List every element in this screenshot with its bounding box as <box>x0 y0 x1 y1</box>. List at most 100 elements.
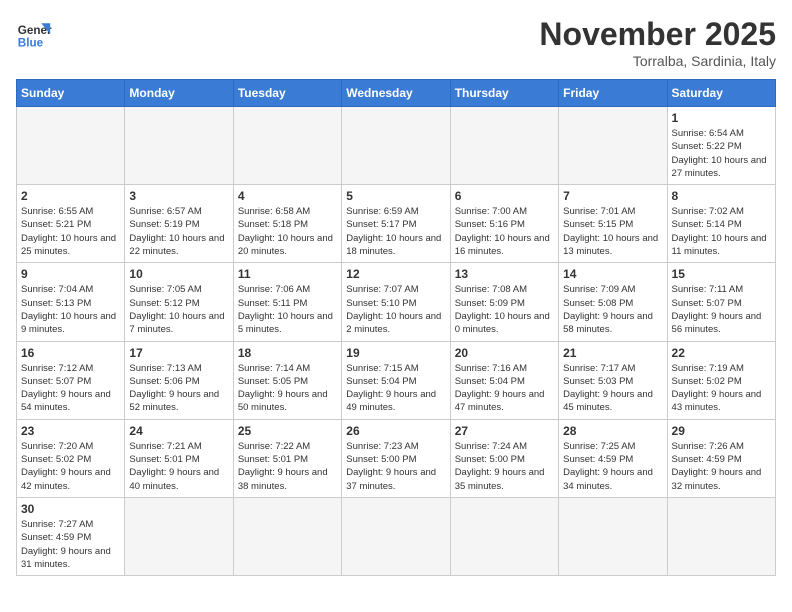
day-number: 27 <box>455 424 554 438</box>
calendar-cell: 1 Sunrise: 6:54 AM Sunset: 5:22 PM Daylig… <box>667 107 775 185</box>
day-number: 1 <box>672 111 771 125</box>
calendar-cell: 26 Sunrise: 7:23 AM Sunset: 5:00 PM Dayli… <box>342 419 450 497</box>
calendar-week-row: 16Sunrise: 7:12 AM Sunset: 5:07 PM Dayli… <box>17 341 776 419</box>
day-number: 5 <box>346 189 445 203</box>
day-number: 19 <box>346 346 445 360</box>
calendar-cell: 3 Sunrise: 6:57 AM Sunset: 5:19 PM Daylig… <box>125 185 233 263</box>
calendar-cell: 14 Sunrise: 7:09 AM Sunset: 5:08 PM Dayli… <box>559 263 667 341</box>
day-number: 25 <box>238 424 337 438</box>
title-block: November 2025 Torralba, Sardinia, Italy <box>539 16 776 69</box>
day-info: Sunrise: 7:22 AM Sunset: 5:01 PM Dayligh… <box>238 440 337 493</box>
day-number: 26 <box>346 424 445 438</box>
weekday-header-tuesday: Tuesday <box>233 80 341 107</box>
day-info: Sunrise: 7:04 AM Sunset: 5:13 PM Dayligh… <box>21 283 120 336</box>
day-info: Sunrise: 6:59 AM Sunset: 5:17 PM Dayligh… <box>346 205 445 258</box>
weekday-header-sunday: Sunday <box>17 80 125 107</box>
day-number: 14 <box>563 267 662 281</box>
calendar-table: SundayMondayTuesdayWednesdayThursdayFrid… <box>16 79 776 576</box>
calendar-cell: 11 Sunrise: 7:06 AM Sunset: 5:11 PM Dayli… <box>233 263 341 341</box>
day-number: 2 <box>21 189 120 203</box>
day-number: 8 <box>672 189 771 203</box>
day-info: Sunrise: 7:19 AM Sunset: 5:02 PM Dayligh… <box>672 362 771 415</box>
svg-text:Blue: Blue <box>18 37 44 50</box>
day-number: 11 <box>238 267 337 281</box>
weekday-header-saturday: Saturday <box>667 80 775 107</box>
day-info: Sunrise: 7:05 AM Sunset: 5:12 PM Dayligh… <box>129 283 228 336</box>
calendar-cell <box>667 497 775 575</box>
calendar-week-row: 30Sunrise: 7:27 AM Sunset: 4:59 PM Dayli… <box>17 497 776 575</box>
day-number: 28 <box>563 424 662 438</box>
location-subtitle: Torralba, Sardinia, Italy <box>539 53 776 69</box>
day-info: Sunrise: 7:26 AM Sunset: 4:59 PM Dayligh… <box>672 440 771 493</box>
calendar-cell: 21Sunrise: 7:17 AM Sunset: 5:03 PM Dayli… <box>559 341 667 419</box>
page-header: General Blue November 2025 Torralba, Sar… <box>16 16 776 69</box>
day-info: Sunrise: 7:11 AM Sunset: 5:07 PM Dayligh… <box>672 283 771 336</box>
day-number: 7 <box>563 189 662 203</box>
day-number: 21 <box>563 346 662 360</box>
calendar-cell: 12Sunrise: 7:07 AM Sunset: 5:10 PM Dayli… <box>342 263 450 341</box>
calendar-cell: 2 Sunrise: 6:55 AM Sunset: 5:21 PM Daylig… <box>17 185 125 263</box>
calendar-cell: 9 Sunrise: 7:04 AM Sunset: 5:13 PM Daylig… <box>17 263 125 341</box>
calendar-cell <box>233 497 341 575</box>
calendar-cell: 20Sunrise: 7:16 AM Sunset: 5:04 PM Dayli… <box>450 341 558 419</box>
day-number: 15 <box>672 267 771 281</box>
day-number: 18 <box>238 346 337 360</box>
day-number: 10 <box>129 267 228 281</box>
day-info: Sunrise: 7:23 AM Sunset: 5:00 PM Dayligh… <box>346 440 445 493</box>
day-info: Sunrise: 7:09 AM Sunset: 5:08 PM Dayligh… <box>563 283 662 336</box>
calendar-cell: 28 Sunrise: 7:25 AM Sunset: 4:59 PM Dayli… <box>559 419 667 497</box>
day-info: Sunrise: 7:15 AM Sunset: 5:04 PM Dayligh… <box>346 362 445 415</box>
logo: General Blue <box>16 16 52 52</box>
day-info: Sunrise: 6:55 AM Sunset: 5:21 PM Dayligh… <box>21 205 120 258</box>
day-info: Sunrise: 6:57 AM Sunset: 5:19 PM Dayligh… <box>129 205 228 258</box>
day-number: 4 <box>238 189 337 203</box>
calendar-cell: 29 Sunrise: 7:26 AM Sunset: 4:59 PM Dayli… <box>667 419 775 497</box>
day-info: Sunrise: 7:01 AM Sunset: 5:15 PM Dayligh… <box>563 205 662 258</box>
calendar-cell: 18 Sunrise: 7:14 AM Sunset: 5:05 PM Dayli… <box>233 341 341 419</box>
day-number: 29 <box>672 424 771 438</box>
day-number: 16 <box>21 346 120 360</box>
day-info: Sunrise: 7:08 AM Sunset: 5:09 PM Dayligh… <box>455 283 554 336</box>
calendar-cell: 27Sunrise: 7:24 AM Sunset: 5:00 PM Dayli… <box>450 419 558 497</box>
calendar-cell <box>559 107 667 185</box>
weekday-header-friday: Friday <box>559 80 667 107</box>
calendar-cell <box>559 497 667 575</box>
day-info: Sunrise: 6:54 AM Sunset: 5:22 PM Dayligh… <box>672 127 771 180</box>
calendar-cell: 8 Sunrise: 7:02 AM Sunset: 5:14 PM Daylig… <box>667 185 775 263</box>
day-number: 9 <box>21 267 120 281</box>
calendar-cell: 16Sunrise: 7:12 AM Sunset: 5:07 PM Dayli… <box>17 341 125 419</box>
calendar-cell: 24Sunrise: 7:21 AM Sunset: 5:01 PM Dayli… <box>125 419 233 497</box>
calendar-week-row: 23Sunrise: 7:20 AM Sunset: 5:02 PM Dayli… <box>17 419 776 497</box>
day-number: 20 <box>455 346 554 360</box>
calendar-cell <box>342 497 450 575</box>
day-number: 3 <box>129 189 228 203</box>
day-info: Sunrise: 7:25 AM Sunset: 4:59 PM Dayligh… <box>563 440 662 493</box>
day-info: Sunrise: 7:14 AM Sunset: 5:05 PM Dayligh… <box>238 362 337 415</box>
calendar-cell <box>17 107 125 185</box>
day-number: 30 <box>21 502 120 516</box>
calendar-cell: 13 Sunrise: 7:08 AM Sunset: 5:09 PM Dayli… <box>450 263 558 341</box>
day-info: Sunrise: 7:02 AM Sunset: 5:14 PM Dayligh… <box>672 205 771 258</box>
logo-icon: General Blue <box>16 16 52 52</box>
calendar-cell <box>342 107 450 185</box>
calendar-cell: 5 Sunrise: 6:59 AM Sunset: 5:17 PM Daylig… <box>342 185 450 263</box>
day-number: 22 <box>672 346 771 360</box>
calendar-week-row: 9 Sunrise: 7:04 AM Sunset: 5:13 PM Daylig… <box>17 263 776 341</box>
calendar-cell: 23Sunrise: 7:20 AM Sunset: 5:02 PM Dayli… <box>17 419 125 497</box>
day-info: Sunrise: 6:58 AM Sunset: 5:18 PM Dayligh… <box>238 205 337 258</box>
calendar-cell: 30Sunrise: 7:27 AM Sunset: 4:59 PM Dayli… <box>17 497 125 575</box>
calendar-cell <box>125 107 233 185</box>
day-number: 13 <box>455 267 554 281</box>
weekday-header-wednesday: Wednesday <box>342 80 450 107</box>
calendar-cell: 22 Sunrise: 7:19 AM Sunset: 5:02 PM Dayli… <box>667 341 775 419</box>
day-info: Sunrise: 7:00 AM Sunset: 5:16 PM Dayligh… <box>455 205 554 258</box>
day-number: 17 <box>129 346 228 360</box>
calendar-cell <box>450 497 558 575</box>
day-info: Sunrise: 7:06 AM Sunset: 5:11 PM Dayligh… <box>238 283 337 336</box>
calendar-cell: 25 Sunrise: 7:22 AM Sunset: 5:01 PM Dayli… <box>233 419 341 497</box>
calendar-cell: 15 Sunrise: 7:11 AM Sunset: 5:07 PM Dayli… <box>667 263 775 341</box>
calendar-cell: 19 Sunrise: 7:15 AM Sunset: 5:04 PM Dayli… <box>342 341 450 419</box>
calendar-cell <box>125 497 233 575</box>
calendar-cell: 4 Sunrise: 6:58 AM Sunset: 5:18 PM Daylig… <box>233 185 341 263</box>
calendar-cell <box>450 107 558 185</box>
